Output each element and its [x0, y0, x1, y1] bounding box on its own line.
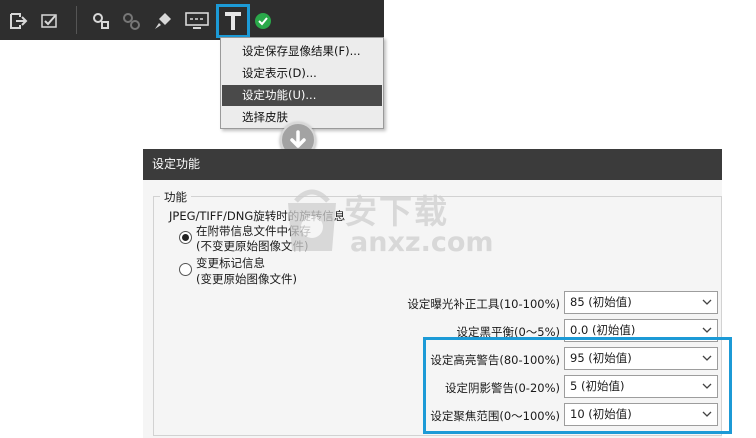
watermark-en-text: anxz.com	[350, 227, 494, 258]
option-tag-line1: 变更标记信息	[196, 256, 265, 270]
menu-item-save-settings[interactable]: 设定保存显像结果(F)...	[222, 41, 382, 62]
radio-change-tag-info[interactable]	[179, 263, 192, 276]
exposure-tool-label: 设定曝光补正工具(10-100%)	[407, 297, 560, 311]
warnings-highlight-box	[423, 337, 732, 434]
group-title: 功能	[160, 189, 191, 205]
brush-icon[interactable]	[150, 8, 176, 34]
exposure-tool-select[interactable]: 85 (初始值)	[564, 291, 718, 314]
menu-item-function-settings[interactable]: 设定功能(U)...	[222, 85, 382, 106]
toolbar	[0, 0, 384, 40]
toolbar-highlight-box	[216, 4, 250, 38]
option-tag-line2: (变更原始图像文件)	[196, 272, 297, 286]
display-icon[interactable]	[184, 8, 210, 34]
exposure-tool-value: 85 (初始值)	[570, 295, 632, 309]
disabled-settings-icon[interactable]	[118, 8, 144, 34]
chevron-down-icon	[702, 299, 712, 305]
watermark-cn-text: 安下载	[344, 192, 449, 231]
export-icon[interactable]	[6, 8, 32, 34]
black-balance-value: 0.0 (初始值)	[570, 323, 636, 337]
menu-item-display-settings[interactable]: 设定表示(D)...	[222, 63, 382, 84]
watermark-bag-icon	[288, 189, 336, 251]
settings-menu: 设定保存显像结果(F)... 设定表示(D)... 设定功能(U)... 选择皮…	[220, 37, 384, 129]
settings-icon[interactable]	[88, 8, 114, 34]
checkbox-icon[interactable]	[37, 8, 63, 34]
check-circle-icon[interactable]	[250, 8, 276, 34]
radio-save-in-sidecar[interactable]	[179, 231, 192, 244]
chevron-down-icon	[702, 327, 712, 333]
toolbar-separator	[76, 6, 77, 34]
watermark: 安下载 anxz.com	[282, 175, 494, 265]
